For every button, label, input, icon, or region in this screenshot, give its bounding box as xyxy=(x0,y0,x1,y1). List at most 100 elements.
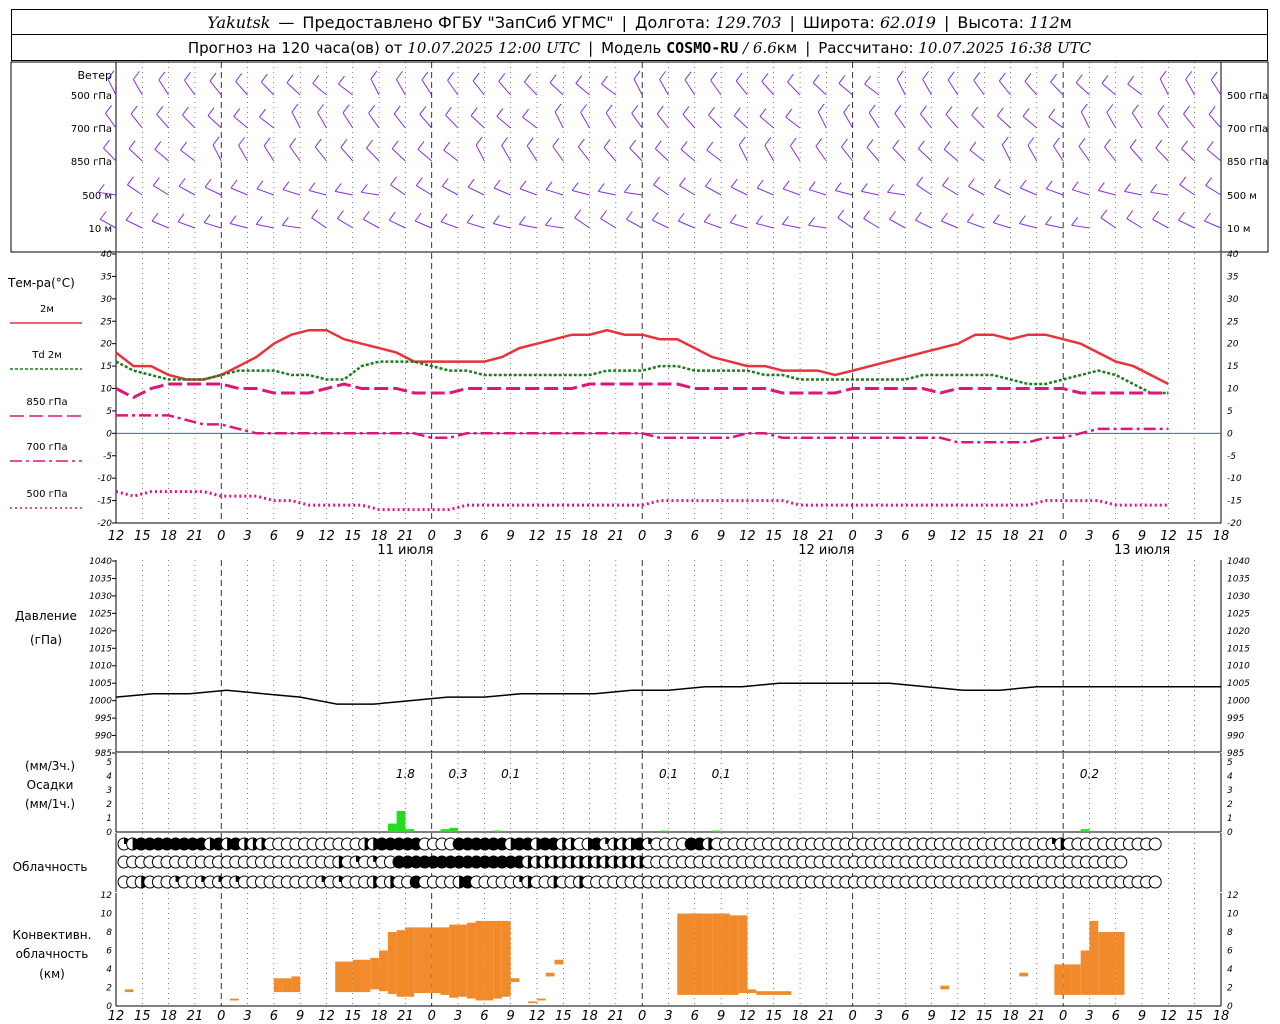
wind-barb xyxy=(735,80,748,96)
temp-x-tick-label: 9 xyxy=(717,529,725,544)
wind-barb-flag xyxy=(834,182,842,191)
temp-legend-label: 2м xyxy=(40,304,54,315)
wind-barb-flag xyxy=(603,139,611,148)
conv-x-tick-label: 9 xyxy=(927,1009,935,1024)
wind-barb-flag xyxy=(1071,217,1079,226)
wind-barb-flag xyxy=(575,75,583,84)
wind-level-label-right: 700 гПа xyxy=(1227,124,1268,135)
conv-cloud-bar xyxy=(1098,932,1107,995)
conv-x-tick-label: 0 xyxy=(849,1009,857,1024)
wind-barb-flag xyxy=(233,108,241,117)
wind-barb-flag xyxy=(735,72,743,82)
conv-cloud-bar xyxy=(466,922,476,999)
wind-barb-flag xyxy=(1183,105,1190,115)
wind-barb-flag xyxy=(945,106,953,115)
wind-barb-flag xyxy=(1048,108,1056,118)
conv-x-tick-label: 9 xyxy=(717,1009,725,1024)
conv-cloud-bar xyxy=(361,959,371,993)
wind-barb-flag xyxy=(817,103,825,113)
wind-barb-flag xyxy=(1127,75,1135,85)
wind-barb-flag xyxy=(312,75,320,84)
wind-barb-flag xyxy=(574,209,582,219)
wind-barb xyxy=(580,112,591,129)
pressure-y-tick-left: 1040 xyxy=(89,557,112,567)
wind-barb xyxy=(177,221,196,229)
conv-cloud-bar xyxy=(273,978,283,993)
conv-cloud-bar xyxy=(554,959,564,965)
wind-barb-flag xyxy=(177,213,185,223)
day-label: 13 июля xyxy=(1114,543,1170,558)
day-label: 11 июля xyxy=(377,543,433,558)
wind-barb-flag xyxy=(519,180,527,190)
conv-y-tick-right: 4 xyxy=(1227,965,1233,975)
temp-y-tick-right: 10 xyxy=(1227,385,1239,395)
wind-barb xyxy=(733,115,748,129)
wind-barb xyxy=(466,222,485,229)
wind-barb xyxy=(1020,187,1038,196)
temp-x-tick-label: 18 xyxy=(371,529,388,544)
conv-y-tick-left: 6 xyxy=(106,947,112,957)
conv-cloud-bar xyxy=(484,920,494,1001)
temp-x-tick-label: 12 xyxy=(739,529,756,544)
temp-x-tick-label: 0 xyxy=(428,529,436,544)
wind-barb xyxy=(526,145,538,162)
wind-barb-flag xyxy=(837,209,845,219)
temp-x-tick-label: 18 xyxy=(581,529,598,544)
wind-barb-flag xyxy=(151,212,159,222)
conv-y-tick-left: 2 xyxy=(106,984,112,994)
pressure-y-tick-left: 1000 xyxy=(89,697,112,707)
temp-x-tick-label: 21 xyxy=(187,529,204,544)
temp-x-tick-label: 18 xyxy=(1002,529,1019,544)
temp-legend-label: 850 гПа xyxy=(26,397,67,408)
wind-barb xyxy=(256,188,275,196)
wind-barb xyxy=(815,146,827,162)
wind-barb-flag xyxy=(971,106,979,116)
conv-x-tick-label: 0 xyxy=(428,1009,436,1024)
wind-barb xyxy=(1159,78,1169,96)
wind-barb-flag xyxy=(334,183,342,192)
wind-barb-flag xyxy=(1124,183,1131,192)
wind-barb-flag xyxy=(445,106,452,116)
conv-x-tick-label: 18 xyxy=(1002,1009,1019,1024)
wind-barb-flag xyxy=(158,71,166,81)
wind-barb xyxy=(730,222,748,229)
wind-barb-flag xyxy=(808,217,815,226)
wind-barb xyxy=(421,79,433,96)
wind-barb-flag xyxy=(496,108,504,117)
conv-cloud-bar xyxy=(440,927,450,995)
conv-x-tick-label: 6 xyxy=(480,1009,488,1024)
precip-y-tick-right: 5 xyxy=(1227,758,1233,768)
wind-barb xyxy=(475,144,485,162)
wind-barb xyxy=(229,223,248,229)
wind-barb-flag xyxy=(993,178,1001,188)
temp-y-tick-right: 25 xyxy=(1227,317,1239,327)
wind-barb xyxy=(207,115,222,129)
wind-barb-flag xyxy=(255,216,263,225)
conv-y-tick-right: 0 xyxy=(1227,1002,1233,1012)
wind-barb-flag xyxy=(894,105,902,114)
wind-barb-flag xyxy=(419,106,427,115)
wind-barb xyxy=(947,79,959,96)
wind-barb-flag xyxy=(390,176,397,186)
wind-barb-flag xyxy=(1100,209,1108,219)
wind-barb-flag xyxy=(738,136,746,146)
wind-barb-flag xyxy=(281,217,289,226)
wind-barb-flag xyxy=(1045,216,1052,225)
wind-barb xyxy=(892,147,906,162)
wind-barb-flag xyxy=(633,70,641,80)
wind-barb xyxy=(759,116,775,129)
wind-barb xyxy=(1046,188,1064,196)
wind-barb-flag xyxy=(493,179,501,189)
wind-barb-flag xyxy=(782,216,789,225)
wind-barb xyxy=(863,218,880,229)
wind-title: Ветер xyxy=(78,69,112,82)
wind-barb-flag xyxy=(729,214,737,223)
wind-barb xyxy=(1152,218,1169,229)
wind-barb xyxy=(679,185,696,196)
wind-barb xyxy=(552,146,564,162)
precip-y-tick-right: 3 xyxy=(1227,786,1233,796)
wind-barb xyxy=(680,149,696,162)
wind-barb-flag xyxy=(860,183,868,192)
wind-barb xyxy=(414,220,432,229)
wind-barb-flag xyxy=(260,73,268,83)
